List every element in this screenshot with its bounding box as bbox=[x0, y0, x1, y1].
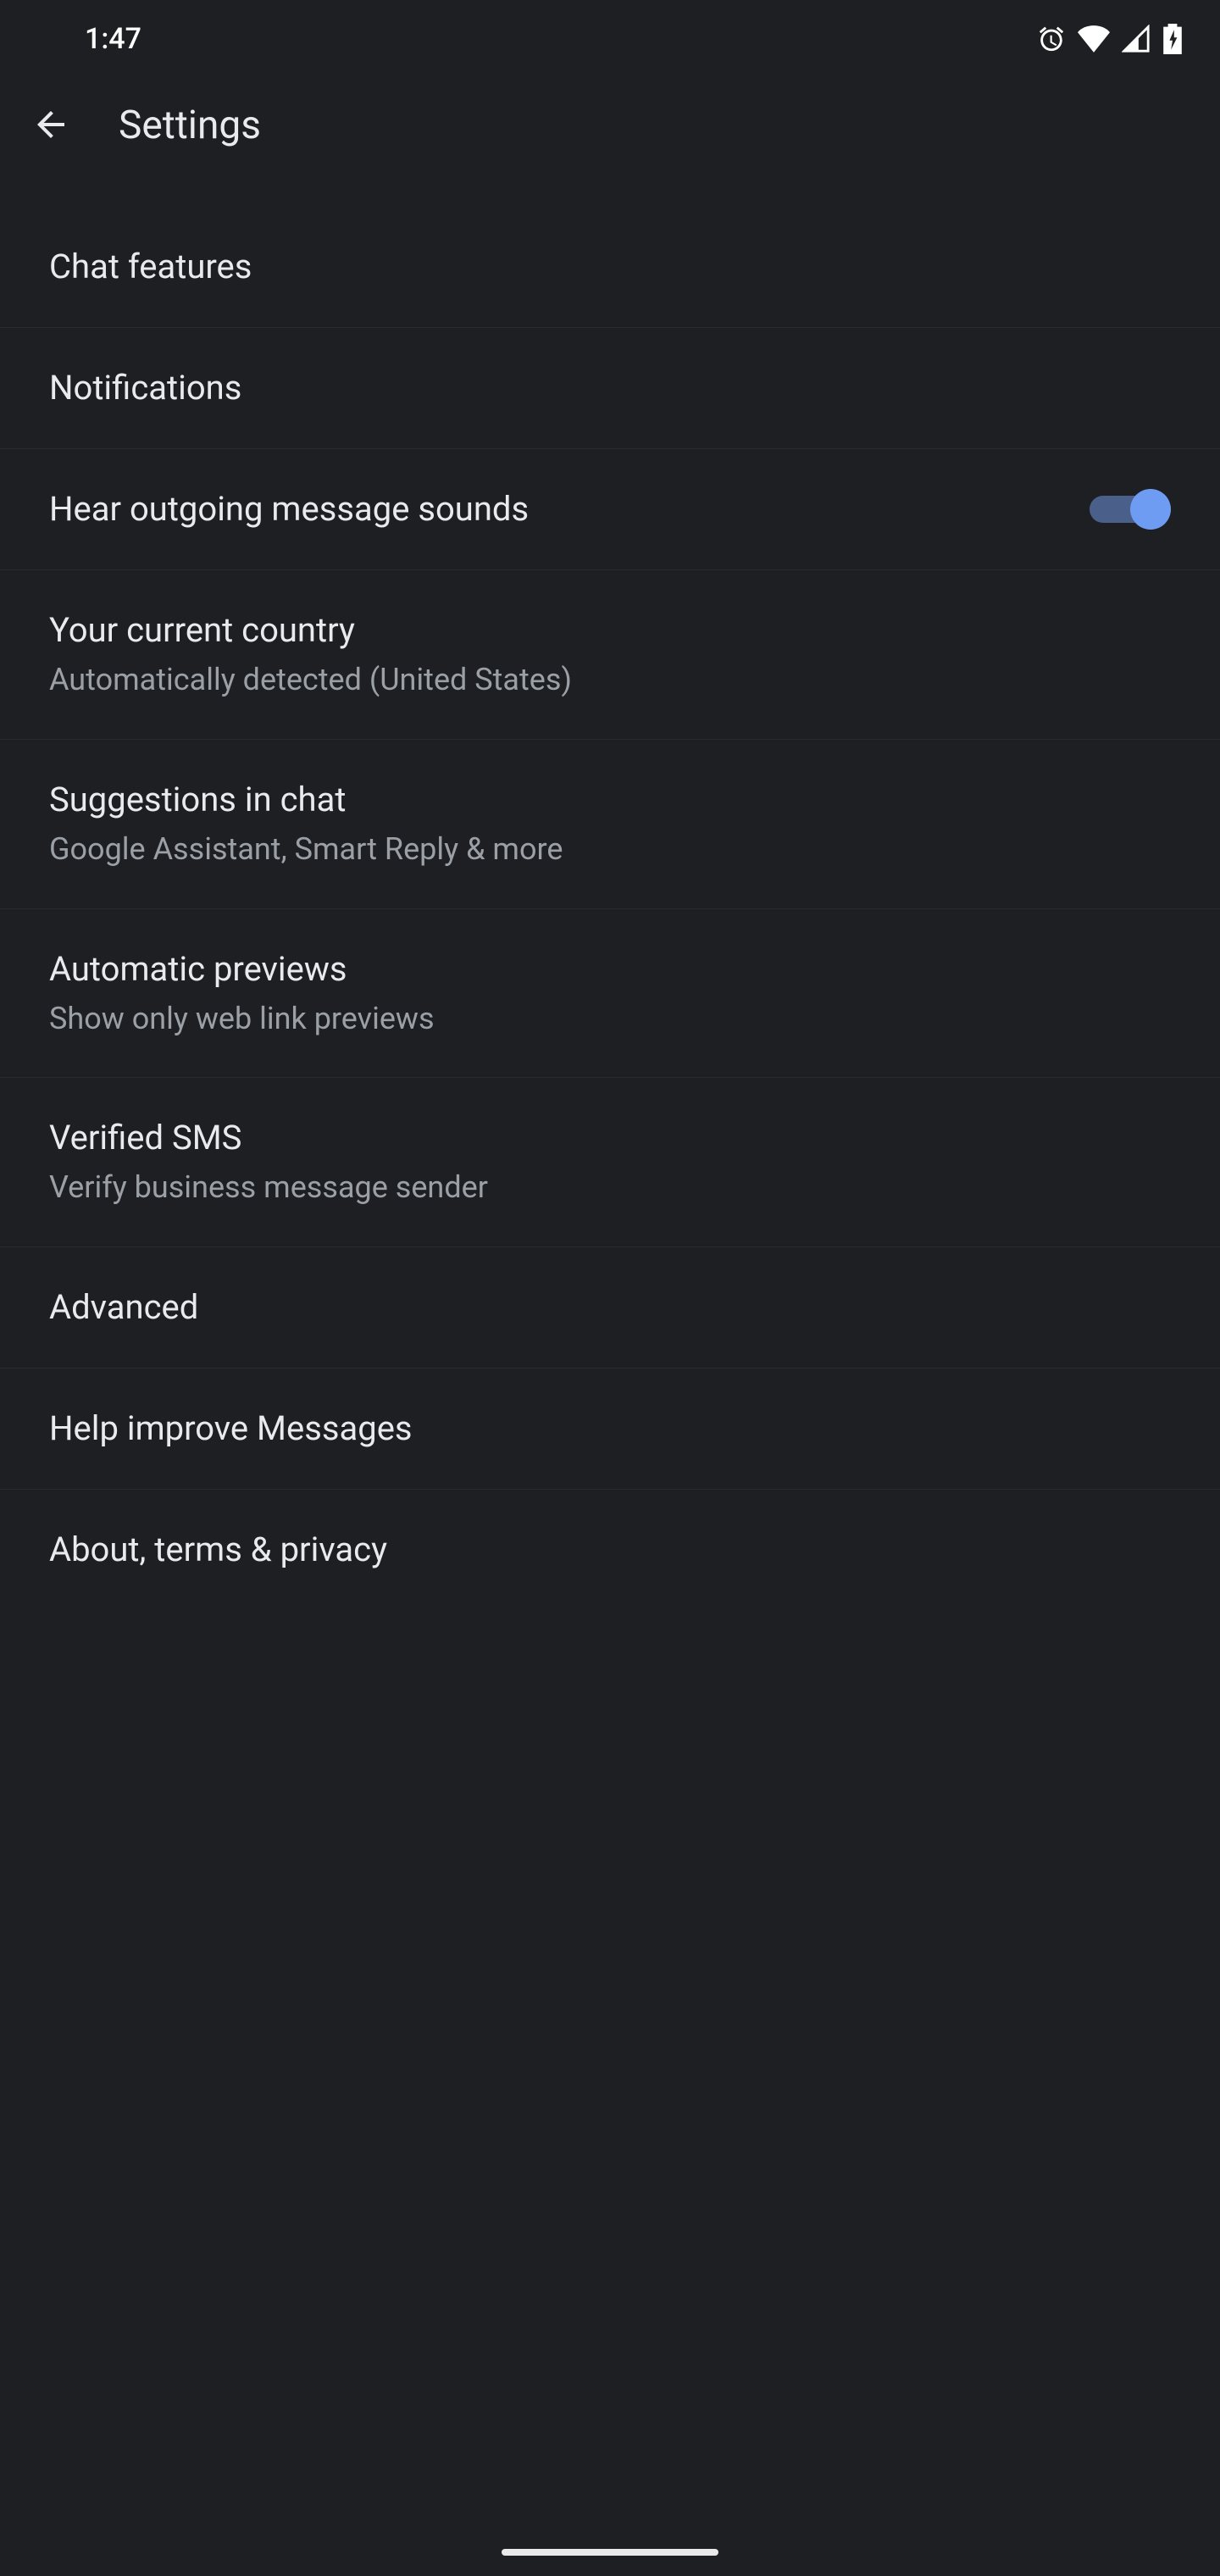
nav-handle[interactable] bbox=[502, 2549, 718, 2556]
status-bar: 1:47 bbox=[0, 0, 1220, 78]
row-subtitle: Google Assistant, Smart Reply & more bbox=[49, 830, 563, 869]
row-country[interactable]: Your current country Automatically detec… bbox=[0, 570, 1220, 740]
row-title: Automatic previews bbox=[49, 948, 435, 991]
cell-signal-icon bbox=[1122, 25, 1151, 53]
row-title: Advanced bbox=[49, 1286, 198, 1329]
toggle-thumb bbox=[1130, 489, 1171, 530]
status-icons bbox=[1037, 24, 1183, 54]
row-subtitle: Verify business message sender bbox=[49, 1168, 488, 1208]
row-title: Your current country bbox=[49, 609, 572, 652]
row-title: Suggestions in chat bbox=[49, 779, 563, 821]
back-button[interactable] bbox=[24, 98, 78, 153]
row-title: Help improve Messages bbox=[49, 1407, 413, 1450]
wifi-icon bbox=[1078, 25, 1110, 53]
arrow-back-icon bbox=[30, 104, 71, 147]
app-bar: Settings bbox=[0, 78, 1220, 173]
row-suggestions[interactable]: Suggestions in chat Google Assistant, Sm… bbox=[0, 740, 1220, 909]
row-advanced[interactable]: Advanced bbox=[0, 1247, 1220, 1368]
outgoing-sounds-toggle[interactable] bbox=[1090, 489, 1171, 530]
page-title: Settings bbox=[119, 103, 261, 148]
settings-list: Chat features Notifications Hear outgoin… bbox=[0, 173, 1220, 1610]
row-help-improve[interactable]: Help improve Messages bbox=[0, 1368, 1220, 1490]
status-time: 1:47 bbox=[85, 22, 141, 56]
row-subtitle: Show only web link previews bbox=[49, 999, 435, 1039]
row-outgoing-sounds[interactable]: Hear outgoing message sounds bbox=[0, 449, 1220, 570]
row-title: Chat features bbox=[49, 246, 252, 288]
row-title: Hear outgoing message sounds bbox=[49, 488, 529, 530]
alarm-icon bbox=[1037, 25, 1066, 53]
row-title: About, terms & privacy bbox=[49, 1529, 387, 1571]
row-title: Verified SMS bbox=[49, 1117, 488, 1159]
row-chat-features[interactable]: Chat features bbox=[0, 207, 1220, 328]
row-title: Notifications bbox=[49, 367, 241, 409]
row-subtitle: Automatically detected (United States) bbox=[49, 660, 572, 700]
row-notifications[interactable]: Notifications bbox=[0, 328, 1220, 449]
row-previews[interactable]: Automatic previews Show only web link pr… bbox=[0, 909, 1220, 1079]
row-verified-sms[interactable]: Verified SMS Verify business message sen… bbox=[0, 1078, 1220, 1247]
battery-charging-icon bbox=[1162, 24, 1183, 54]
row-about[interactable]: About, terms & privacy bbox=[0, 1490, 1220, 1610]
